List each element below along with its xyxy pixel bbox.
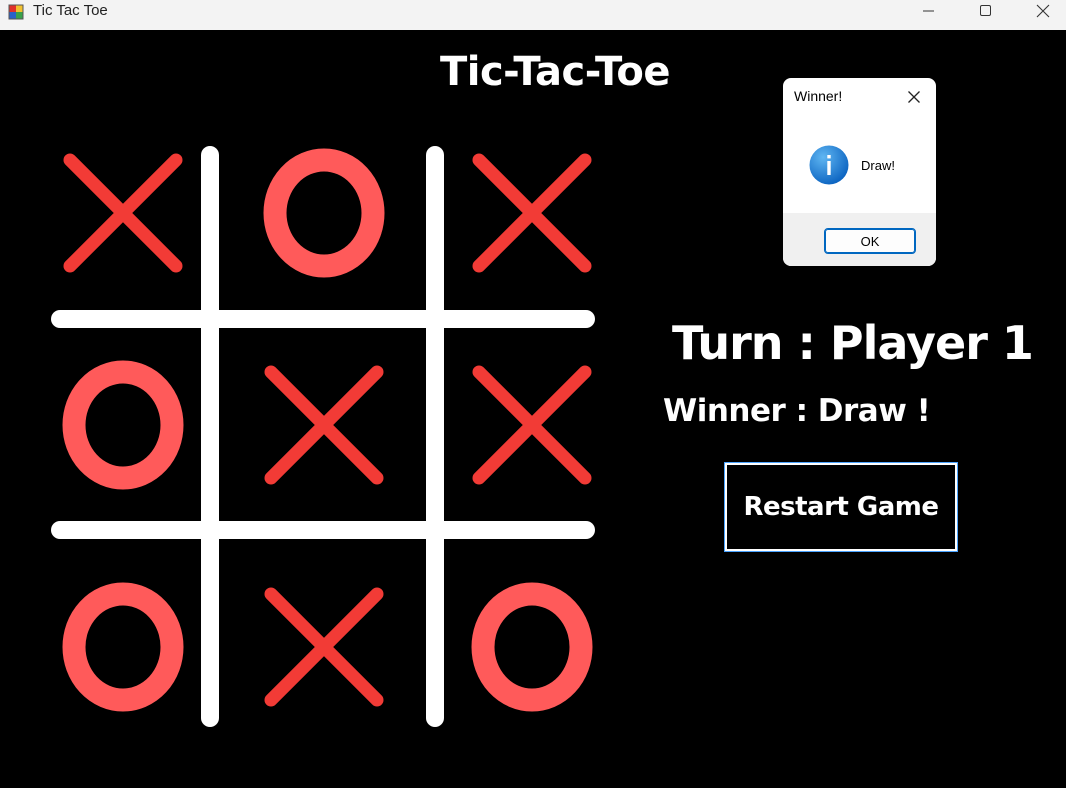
close-icon [908,91,920,103]
dialog-body [783,116,936,213]
cell-3-3[interactable] [457,572,607,722]
info-icon [809,145,849,185]
close-window-button[interactable] [1020,0,1066,22]
game-board [0,0,620,788]
winner-label: Winner : Draw ! [663,393,931,429]
maximize-icon [980,5,991,16]
x-mark-icon [63,153,183,273]
o-mark-icon [62,582,184,712]
cell-1-3[interactable] [457,138,607,288]
cell-2-2[interactable] [249,350,399,500]
grid-line-vertical-2 [426,146,444,727]
dialog-message: Draw! [861,158,895,173]
minimize-icon [923,10,934,12]
o-mark-icon [263,148,385,278]
x-mark-icon [472,365,592,485]
cell-3-1[interactable] [48,572,198,722]
close-icon [1036,4,1050,18]
grid-line-vertical-1 [201,146,219,727]
minimize-button[interactable] [906,0,952,22]
cell-2-1[interactable] [48,350,198,500]
cell-2-3[interactable] [457,350,607,500]
cell-3-2[interactable] [249,572,399,722]
dialog-close-button[interactable] [902,85,926,109]
restart-game-button[interactable]: Restart Game [725,463,957,551]
ok-button[interactable]: OK [824,228,916,254]
grid-line-horizontal-1 [51,310,595,328]
winner-dialog: Winner! Draw! OK [783,78,936,266]
cell-1-2[interactable] [249,138,399,288]
turn-label: Turn : Player 1 [672,316,1034,370]
maximize-button[interactable] [963,0,1009,22]
grid-line-horizontal-2 [51,521,595,539]
o-mark-icon [62,360,184,490]
cell-1-1[interactable] [48,138,198,288]
dialog-title: Winner! [794,88,843,104]
x-mark-icon [264,587,384,707]
x-mark-icon [472,153,592,273]
o-mark-icon [471,582,593,712]
x-mark-icon [264,365,384,485]
